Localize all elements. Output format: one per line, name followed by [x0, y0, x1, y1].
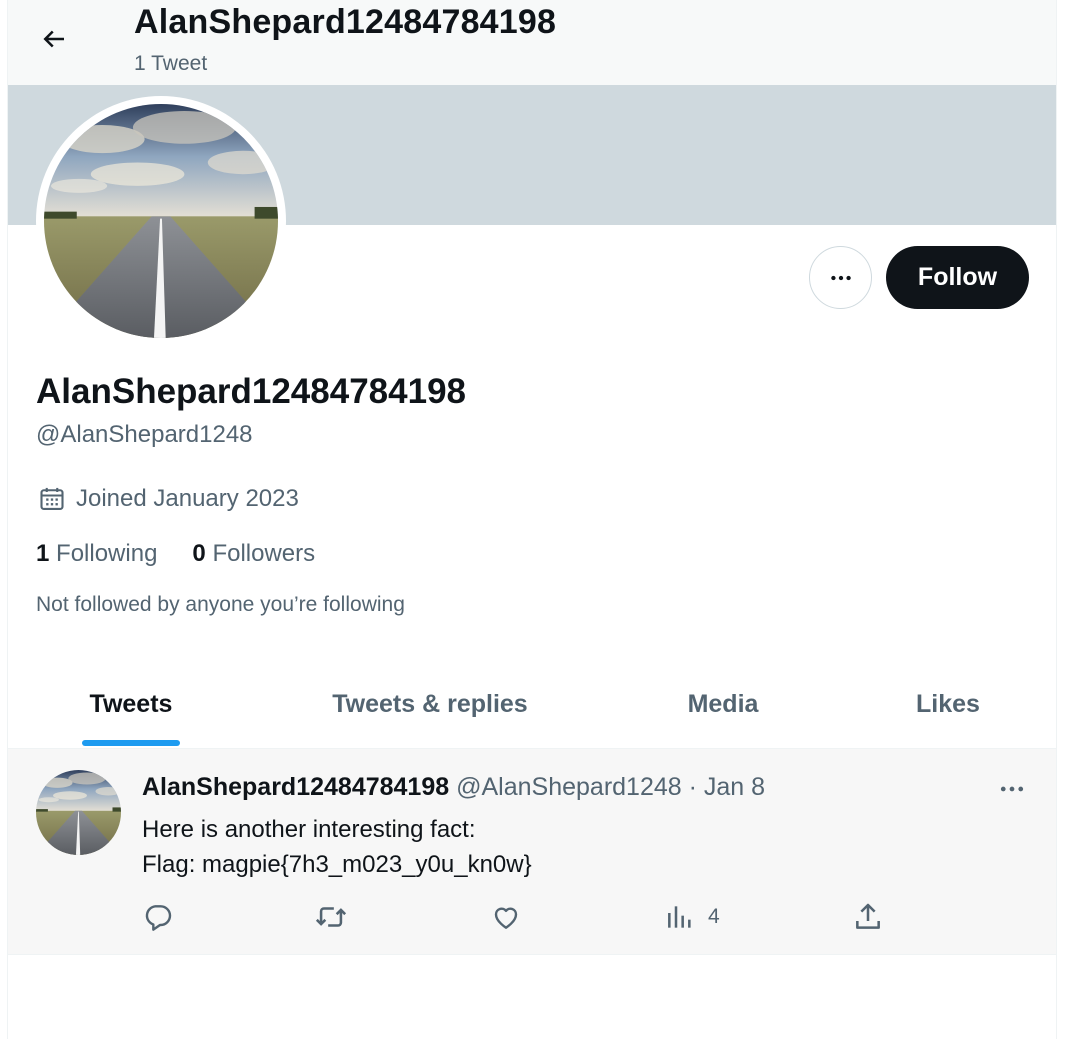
back-button[interactable]: [34, 19, 74, 59]
profile-column: AlanShepard12484784198 1 Tweet Follow Al…: [7, 0, 1057, 1039]
active-tab-indicator: [82, 740, 180, 746]
profile-handle: @AlanShepard1248: [36, 421, 253, 448]
followers-count: 0: [192, 540, 206, 567]
tweet-text: Here is another interesting fact: Flag: …: [142, 812, 532, 882]
profile-display-name: AlanShepard12484784198: [36, 372, 466, 411]
calendar-icon: [40, 487, 64, 510]
follow-counts: 1 Following 0 Followers: [36, 540, 315, 568]
following-label: Following: [56, 540, 158, 567]
road-photo: [44, 104, 278, 338]
views-button[interactable]: 4: [664, 899, 720, 935]
tweet-date[interactable]: Jan 8: [704, 773, 765, 801]
profile-avatar[interactable]: [44, 104, 278, 338]
tab-likes[interactable]: Likes: [840, 660, 1056, 748]
following-count: 1: [36, 540, 50, 567]
header-tweet-count: 1 Tweet: [134, 52, 208, 75]
header-title: AlanShepard12484784198: [134, 3, 557, 41]
tweet-text-line: Flag: magpie{7h3_m023_y0u_kn0w}: [142, 851, 532, 878]
joined-date: Joined January 2023: [38, 484, 299, 514]
tweet-avatar[interactable]: [36, 770, 121, 855]
tab-media[interactable]: Media: [606, 660, 840, 748]
reply-button[interactable]: [142, 899, 174, 935]
tab-tweets[interactable]: Tweets: [8, 660, 254, 748]
not-followed-notice: Not followed by anyone you’re following: [36, 593, 405, 616]
retweet-icon: [315, 907, 347, 927]
heart-icon: [494, 907, 518, 929]
tab-tweets-replies[interactable]: Tweets & replies: [254, 660, 606, 748]
share-button[interactable]: [852, 899, 884, 935]
tweet-header: AlanShepard12484784198 @AlanShepard1248 …: [142, 773, 765, 802]
follow-button[interactable]: Follow: [886, 246, 1029, 309]
retweet-button[interactable]: [314, 899, 348, 935]
views-count: 4: [708, 905, 720, 928]
tweet-author-name[interactable]: AlanShepard12484784198: [142, 773, 449, 801]
share-icon: [856, 903, 880, 929]
tweet-more-button[interactable]: [992, 773, 1032, 805]
followers-label: Followers: [212, 540, 316, 567]
arrow-left-icon: [43, 30, 64, 48]
tweet-separator: ·: [688, 773, 697, 801]
profile-more-button[interactable]: [809, 246, 872, 309]
analytics-icon: [668, 906, 691, 928]
more-horizontal-icon: [1000, 786, 1024, 792]
tweet-text-line: Here is another interesting fact:: [142, 816, 476, 843]
road-photo: [36, 770, 121, 855]
following-link[interactable]: 1 Following: [36, 540, 157, 568]
joined-text: Joined January 2023: [76, 485, 299, 512]
profile-header-bar: AlanShepard12484784198 1 Tweet: [8, 0, 1056, 85]
tweet-author-handle[interactable]: @AlanShepard1248: [456, 773, 682, 801]
like-button[interactable]: [490, 899, 522, 935]
followers-link[interactable]: 0 Followers: [192, 540, 315, 568]
tweet[interactable]: AlanShepard12484784198 @AlanShepard1248 …: [8, 748, 1056, 955]
more-horizontal-icon: [830, 275, 851, 280]
reply-icon: [145, 905, 172, 931]
profile-tabs: Tweets Tweets & replies Media Likes: [8, 660, 1056, 748]
